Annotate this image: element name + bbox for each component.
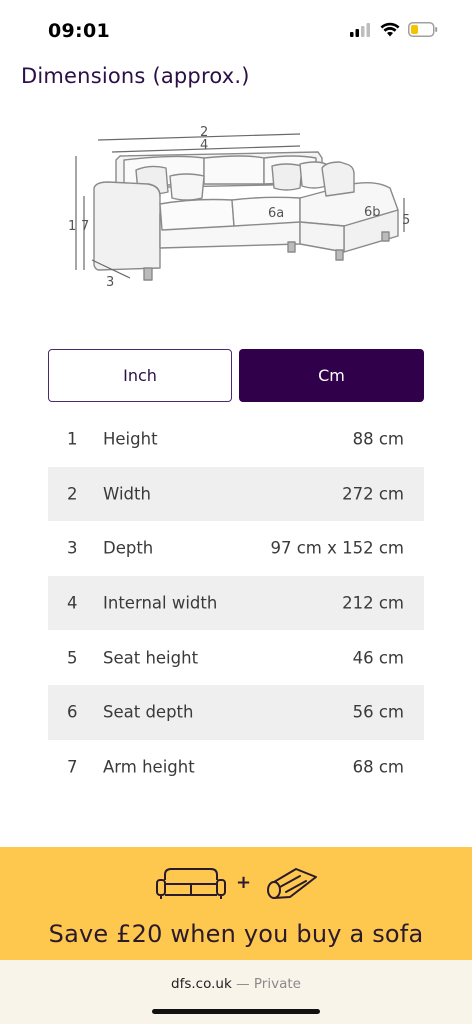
wifi-icon	[380, 22, 400, 37]
row-number: 2	[67, 484, 78, 504]
diagram-label-6a: 6a	[268, 206, 284, 221]
row-number: 6	[67, 702, 78, 722]
table-row: 6 Seat depth 56 cm	[48, 684, 424, 740]
row-number: 7	[67, 757, 78, 777]
table-row: 5 Seat height 46 cm	[48, 630, 424, 685]
browser-url-bar[interactable]: dfs.co.uk — Private	[0, 960, 472, 1024]
diagram-label-3: 3	[106, 275, 114, 290]
row-value: 272 cm	[342, 484, 404, 504]
battery-icon	[408, 22, 438, 37]
diagram-label-5: 5	[402, 213, 410, 228]
promo-icons: +	[156, 868, 317, 899]
diagram-label-7: 7	[81, 219, 89, 234]
status-bar: 09:01	[0, 0, 472, 60]
diagram-label-4: 4	[200, 138, 208, 153]
row-value: 97 cm x 152 cm	[270, 538, 404, 558]
inch-button[interactable]: Inch	[48, 349, 232, 402]
diagram-label-6b: 6b	[364, 205, 381, 220]
diagram-label-1: 1	[68, 219, 76, 234]
row-label: Seat height	[103, 648, 199, 668]
row-value: 88 cm	[352, 429, 404, 449]
url-domain: dfs.co.uk	[171, 976, 232, 992]
promo-text: Save £20 when you buy a sofa	[48, 920, 424, 948]
page-title: Dimensions (approx.)	[21, 64, 250, 88]
row-number: 4	[67, 593, 78, 613]
private-mode-label: Private	[253, 976, 301, 992]
table-row: 3 Depth 97 cm x 152 cm	[48, 521, 424, 576]
table-row: 1 Height 88 cm	[48, 412, 424, 467]
row-label: Height	[103, 429, 158, 449]
row-value: 212 cm	[342, 593, 404, 613]
promo-banner[interactable]: + Save £20 when you buy a sofa	[0, 847, 472, 960]
sofa-dimensions-diagram: 2 4 1 7 3 6a 6b 5	[68, 125, 410, 290]
dimensions-table: 1 Height 88 cm 2 Width 272 cm 3 Depth 97…	[48, 412, 424, 794]
cm-button[interactable]: Cm	[239, 349, 424, 402]
status-time: 09:01	[48, 20, 110, 42]
status-icons	[350, 22, 438, 37]
row-label: Internal width	[103, 593, 218, 613]
url-display[interactable]: dfs.co.uk — Private	[0, 976, 472, 992]
sofa-icon	[156, 868, 226, 899]
row-value: 68 cm	[352, 757, 404, 777]
row-number: 1	[67, 429, 78, 449]
row-value: 46 cm	[352, 648, 404, 668]
url-separator: —	[231, 976, 254, 992]
rug-icon	[267, 868, 317, 899]
row-number: 5	[67, 648, 78, 668]
row-label: Seat depth	[103, 702, 194, 722]
table-row: 7 Arm height 68 cm	[48, 740, 424, 795]
row-value: 56 cm	[352, 702, 404, 722]
cellular-signal-icon	[350, 22, 370, 37]
promo-plus: +	[236, 872, 251, 893]
row-label: Arm height	[103, 757, 195, 777]
unit-toggle: Inch Cm	[48, 349, 424, 402]
row-label: Width	[103, 484, 151, 504]
table-row: 2 Width 272 cm	[48, 466, 424, 522]
table-row: 4 Internal width 212 cm	[48, 575, 424, 631]
row-number: 3	[67, 538, 78, 558]
row-label: Depth	[103, 538, 154, 558]
home-indicator[interactable]	[152, 1009, 320, 1014]
